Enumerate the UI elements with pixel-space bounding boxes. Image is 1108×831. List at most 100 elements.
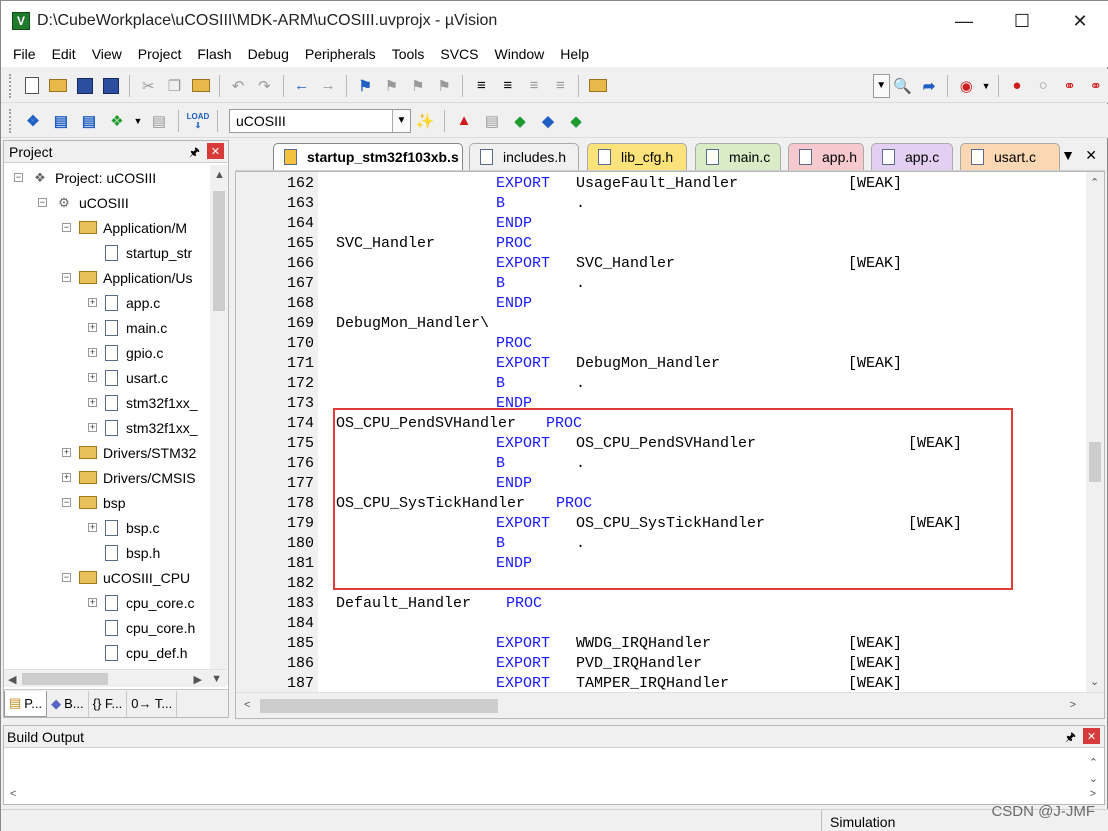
expand-icon[interactable]: + bbox=[88, 598, 97, 607]
debug-dropdown-icon[interactable]: ▼ bbox=[981, 74, 991, 98]
scrollbar-thumb[interactable] bbox=[213, 191, 225, 311]
incremental-find-button[interactable]: ➦ bbox=[918, 74, 940, 98]
enable-breakpoint-button[interactable]: ○ bbox=[1032, 74, 1054, 98]
manage-project-items-button[interactable]: ▲ bbox=[452, 109, 476, 133]
tree-item[interactable]: startup_str bbox=[88, 240, 192, 265]
toolbar-grip[interactable] bbox=[9, 108, 13, 133]
collapse-icon[interactable]: − bbox=[14, 173, 23, 182]
scroll-left-icon[interactable]: < bbox=[244, 699, 250, 711]
kill-breakpoints-button[interactable]: ⚭ bbox=[1085, 74, 1107, 98]
scroll-left-icon[interactable]: < bbox=[10, 788, 16, 800]
start-debug-button[interactable]: ◉ bbox=[955, 74, 977, 98]
batch-build-button[interactable]: ❖ bbox=[105, 109, 129, 133]
expand-icon[interactable]: + bbox=[88, 523, 97, 532]
build-output-text[interactable] bbox=[4, 749, 1104, 805]
close-icon[interactable]: ✕ bbox=[1051, 1, 1108, 41]
close-panel-icon[interactable]: ✕ bbox=[1083, 728, 1100, 744]
pin-icon[interactable]: 🖈 bbox=[189, 143, 200, 164]
collapse-icon[interactable]: − bbox=[62, 498, 71, 507]
bookmark-prev-button[interactable]: ⚑ bbox=[380, 74, 402, 98]
tree-item[interactable]: + stm32f1xx_ bbox=[88, 415, 198, 440]
tree-item[interactable]: − bsp bbox=[62, 490, 126, 515]
expand-icon[interactable]: + bbox=[62, 448, 71, 457]
run-time-environment-button[interactable]: ◆ bbox=[508, 109, 532, 133]
tree-item[interactable]: − ❖ Project: uCOSIII bbox=[14, 165, 156, 190]
tree-item[interactable]: + stm32f1xx_ bbox=[88, 390, 198, 415]
indent-button[interactable]: ≡ bbox=[470, 74, 492, 98]
manage-multi-project-button[interactable]: ▤ bbox=[480, 109, 504, 133]
menu-peripherals[interactable]: Peripherals bbox=[297, 41, 384, 67]
tree-item[interactable]: cpu_core.h bbox=[88, 615, 195, 640]
target-select[interactable]: uCOSIII ▼ bbox=[229, 108, 411, 133]
minimize-icon[interactable]: — bbox=[935, 1, 993, 41]
disable-breakpoints-button[interactable]: ⚭ bbox=[1058, 74, 1080, 98]
editor-tab[interactable]: lib_cfg.h bbox=[587, 143, 687, 170]
collapse-icon[interactable]: − bbox=[62, 223, 71, 232]
batch-dropdown-icon[interactable]: ▼ bbox=[133, 109, 143, 133]
tab-list-dropdown-icon[interactable]: ▼ bbox=[1061, 147, 1075, 163]
editor-vertical-scrollbar[interactable]: ⌃ ⌄ bbox=[1086, 172, 1104, 692]
translate-button[interactable]: ❖ bbox=[21, 109, 45, 133]
chevron-down-icon[interactable]: ▼ bbox=[392, 109, 410, 132]
expand-icon[interactable]: + bbox=[62, 473, 71, 482]
scrollbar-thumb[interactable] bbox=[260, 699, 498, 713]
expand-icon[interactable]: + bbox=[88, 348, 97, 357]
pin-icon[interactable]: 🖈 bbox=[1065, 728, 1076, 749]
scrollbar-thumb[interactable] bbox=[22, 673, 108, 685]
scroll-down-icon[interactable]: ⌄ bbox=[1090, 675, 1099, 688]
scroll-up-icon[interactable]: ⌃ bbox=[1090, 176, 1099, 189]
tab-templates[interactable]: 0→ T... bbox=[127, 690, 178, 717]
bookmark-clear-button[interactable]: ⚑ bbox=[433, 74, 455, 98]
bookmark-next-button[interactable]: ⚑ bbox=[407, 74, 429, 98]
collapse-icon[interactable]: − bbox=[38, 198, 47, 207]
menu-svcs[interactable]: SVCS bbox=[432, 41, 486, 67]
tree-item[interactable]: cpu_def.h bbox=[88, 640, 188, 665]
editor-tab[interactable]: usart.c bbox=[960, 143, 1060, 170]
tree-item[interactable]: + main.c bbox=[88, 315, 167, 340]
navigate-forward-button[interactable]: → bbox=[317, 74, 339, 98]
download-button[interactable]: LOAD ⇓ bbox=[186, 109, 210, 133]
menu-help[interactable]: Help bbox=[552, 41, 597, 67]
scroll-right-icon[interactable]: ▶ bbox=[194, 673, 202, 686]
scroll-left-icon[interactable]: ◀ bbox=[8, 673, 16, 686]
select-software-packs-button[interactable]: ◆ bbox=[536, 109, 560, 133]
tree-item[interactable]: − Application/M bbox=[62, 215, 187, 240]
tree-item[interactable]: + usart.c bbox=[88, 365, 168, 390]
tree-item[interactable]: − Application/Us bbox=[62, 265, 193, 290]
menu-window[interactable]: Window bbox=[487, 41, 553, 67]
tree-item[interactable]: − ⚙ uCOSIII bbox=[38, 190, 129, 215]
save-button[interactable] bbox=[73, 74, 95, 98]
tree-item[interactable]: + gpio.c bbox=[88, 340, 163, 365]
project-horizontal-scrollbar[interactable]: ◀ ▶ ▼ bbox=[4, 669, 226, 687]
menu-file[interactable]: File bbox=[5, 41, 44, 67]
menu-view[interactable]: View bbox=[84, 41, 130, 67]
expand-icon[interactable]: + bbox=[88, 298, 97, 307]
collapse-icon[interactable]: − bbox=[62, 273, 71, 282]
editor-tab[interactable]: app.h bbox=[788, 143, 864, 170]
bookmark-toggle-button[interactable]: ⚑ bbox=[354, 74, 376, 98]
cut-button[interactable]: ✂ bbox=[137, 74, 159, 98]
redo-button[interactable]: ↷ bbox=[253, 74, 275, 98]
editor-tab[interactable]: main.c bbox=[695, 143, 781, 170]
editor-tab[interactable]: app.c bbox=[871, 143, 953, 170]
scroll-right-icon[interactable]: > bbox=[1070, 699, 1076, 711]
scroll-down-icon[interactable]: ⌄ bbox=[1089, 772, 1098, 785]
expand-icon[interactable]: + bbox=[88, 398, 97, 407]
tree-item[interactable]: + Drivers/STM32 bbox=[62, 440, 196, 465]
navigate-back-button[interactable]: ← bbox=[290, 74, 312, 98]
new-file-button[interactable] bbox=[21, 74, 43, 98]
close-tab-icon[interactable]: ✕ bbox=[1085, 147, 1097, 164]
expand-icon[interactable]: + bbox=[88, 423, 97, 432]
uncomment-button[interactable]: ≡ bbox=[549, 74, 571, 98]
tab-project[interactable]: ▤ P... bbox=[4, 690, 48, 717]
editor-horizontal-scrollbar[interactable]: < > bbox=[236, 692, 1104, 718]
scroll-up-icon[interactable]: ▲ bbox=[214, 169, 225, 181]
tab-books[interactable]: ◆ B... bbox=[47, 690, 89, 717]
build-button[interactable]: ▤ bbox=[49, 109, 73, 133]
menu-debug[interactable]: Debug bbox=[240, 41, 297, 67]
menu-tools[interactable]: Tools bbox=[384, 41, 433, 67]
menu-project[interactable]: Project bbox=[130, 41, 190, 67]
tree-item[interactable]: + cpu_core.c bbox=[88, 590, 194, 615]
stop-build-button[interactable]: ▤ bbox=[147, 109, 171, 133]
expand-icon[interactable]: + bbox=[88, 373, 97, 382]
